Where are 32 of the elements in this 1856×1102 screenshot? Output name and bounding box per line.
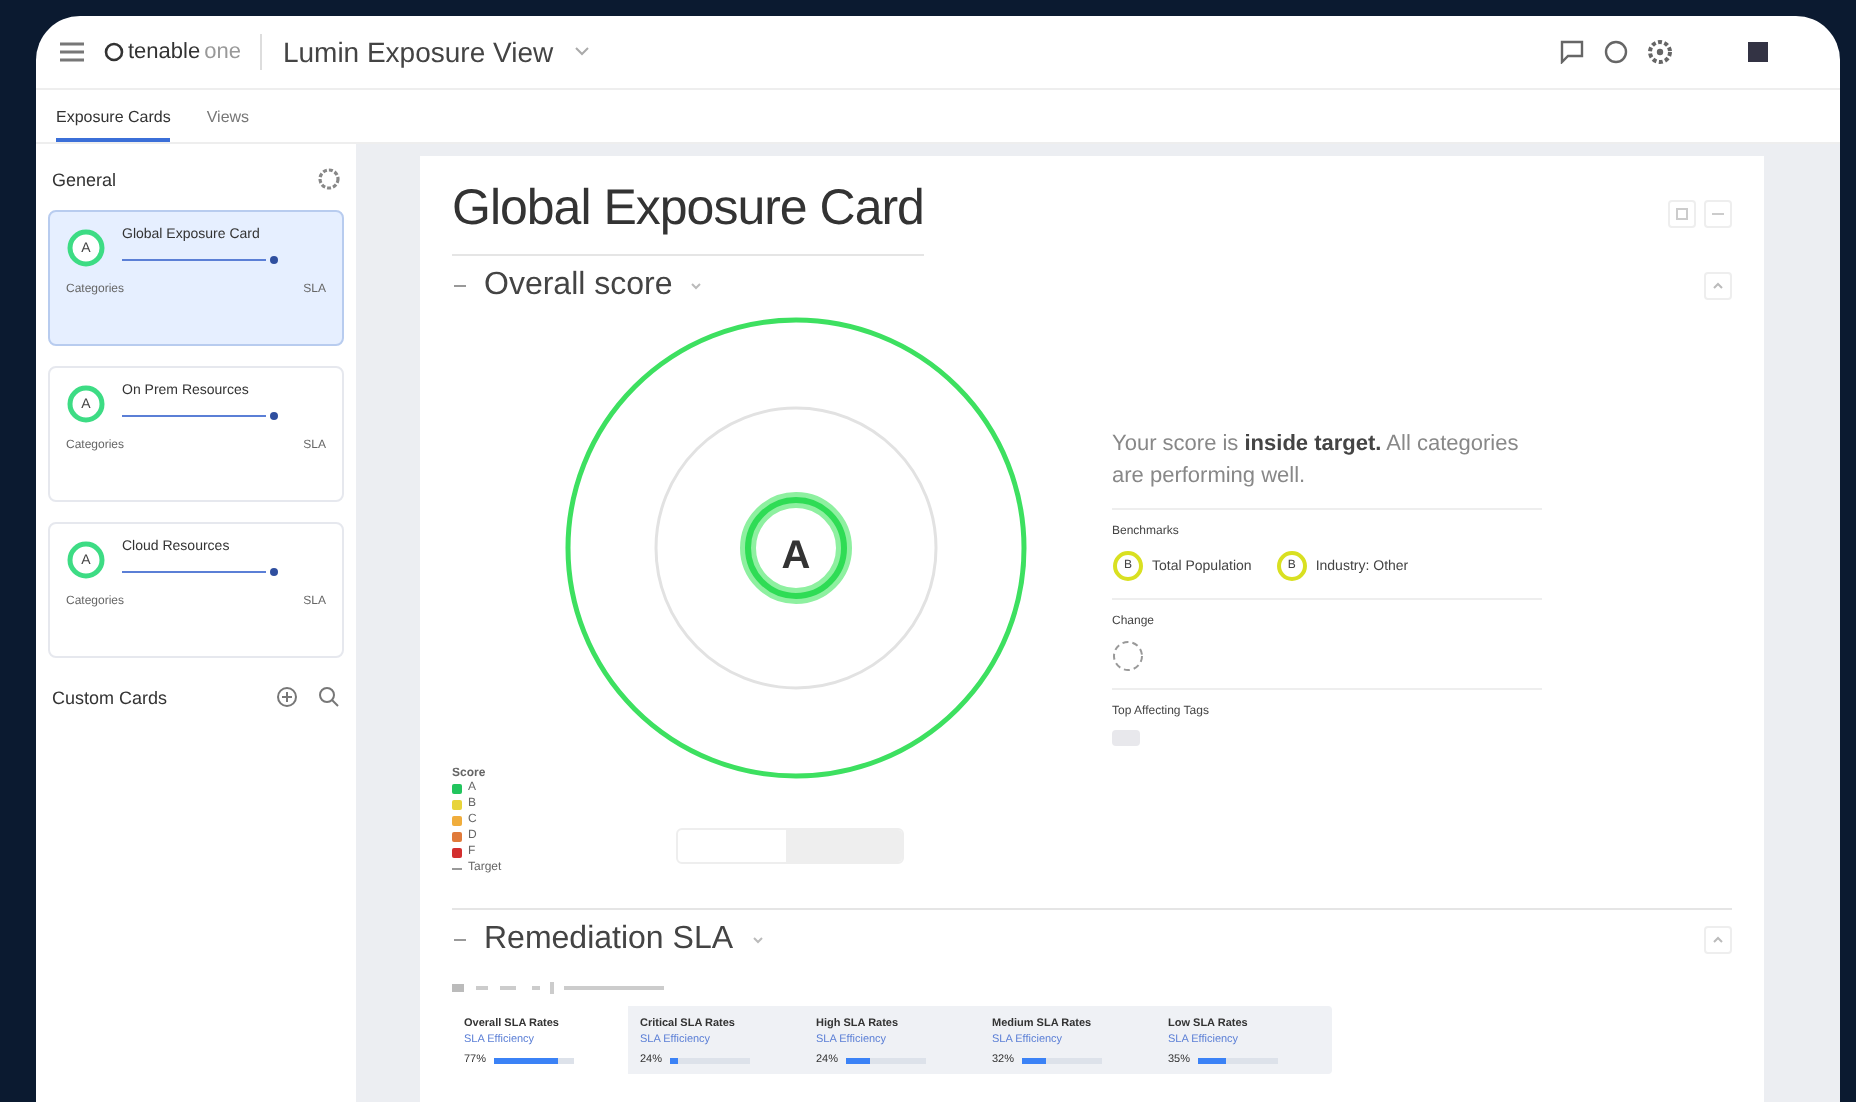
search-icon[interactable] [318, 686, 340, 708]
score-summary: Your score is inside target. All categories are performing well. [1112, 428, 1542, 510]
settings-icon[interactable] [318, 168, 340, 190]
chat-icon[interactable] [1560, 40, 1584, 64]
minus-icon [1712, 212, 1724, 216]
grade-ring [66, 228, 106, 268]
more-button[interactable] [1704, 200, 1732, 228]
help-icon[interactable] [1604, 40, 1628, 64]
logo[interactable]: tenable one [104, 40, 241, 64]
tab[interactable]: Views [206, 108, 250, 142]
menu-icon[interactable] [60, 42, 84, 62]
section-title: Overall score [484, 268, 673, 304]
score-grade: A [779, 534, 813, 580]
grade-ring [66, 540, 106, 580]
section-title: Custom Cards [52, 687, 168, 707]
chevron-up-icon [1712, 282, 1724, 290]
chevron-up-icon [1712, 936, 1724, 944]
view-title[interactable]: Lumin Exposure View [282, 36, 554, 68]
target-icon [452, 863, 462, 873]
expand-button[interactable] [1668, 200, 1696, 228]
add-icon[interactable] [276, 686, 298, 708]
caret-icon[interactable] [688, 278, 705, 294]
caret-icon[interactable] [749, 932, 766, 948]
square-icon [1676, 208, 1688, 220]
section-title: General [52, 169, 117, 189]
caret-icon[interactable] [573, 46, 590, 58]
settings-icon[interactable] [1648, 40, 1672, 64]
collapse-button[interactable] [1704, 926, 1732, 954]
page-title: Global Exposure Card [452, 172, 924, 256]
collapse-button[interactable] [1704, 272, 1732, 300]
grade-ring [66, 384, 106, 424]
section-title: Remediation SLA [484, 922, 734, 958]
